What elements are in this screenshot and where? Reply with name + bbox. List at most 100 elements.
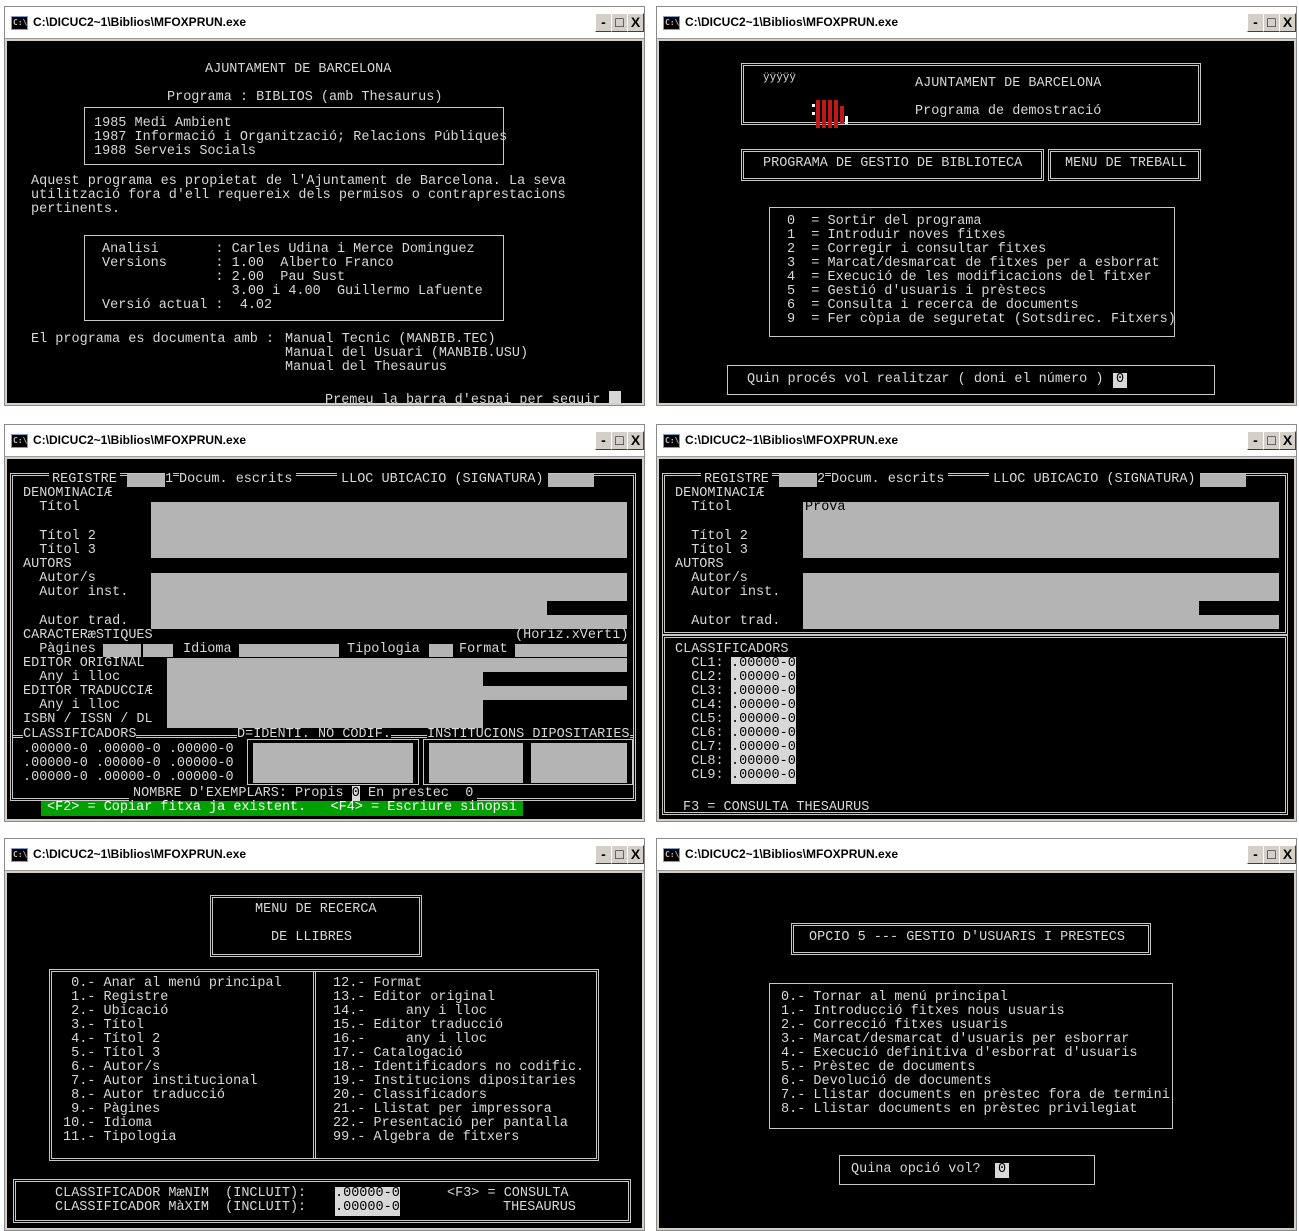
console-screen[interactable]: MENU DE RECERCA DE LLIBRES 0.- Anar al m… [7, 873, 642, 1228]
maximize-button[interactable]: □ [1263, 13, 1280, 32]
program-title: Programa : BIBLIOS (amb Thesaurus) [167, 90, 443, 105]
classificador-max-label: CLASSIFICADOR MàXIM (INCLUIT): [55, 1200, 307, 1215]
close-button[interactable]: X [1279, 845, 1296, 864]
propis-value[interactable]: 0 [351, 786, 360, 801]
titol-field[interactable] [151, 502, 627, 558]
title-bar[interactable]: C:\ C:\DICUC2~1\Biblios\MFOXPRUN.exe - □… [657, 839, 1296, 871]
console-window-about: C:\ C:\DICUC2~1\Biblios\MFOXPRUN.exe - □… [4, 6, 645, 406]
minimize-button[interactable]: - [595, 845, 612, 864]
title-bar[interactable]: C:\ C:\DICUC2~1\Biblios\MFOXPRUN.exe - □… [5, 839, 644, 871]
minimize-button[interactable]: - [1247, 845, 1264, 864]
title-bar[interactable]: C:\ C:\DICUC2~1\Biblios\MFOXPRUN.exe - □… [657, 425, 1296, 457]
lloc-label: LLOC UBICACIO (SIGNATURA) [337, 472, 548, 488]
close-button[interactable]: X [1279, 431, 1296, 450]
institucions-field-2[interactable] [531, 743, 627, 783]
console-app-icon: C:\ [11, 848, 28, 862]
process-input[interactable]: 0 [1113, 372, 1128, 388]
any-lloc-2-field[interactable] [167, 700, 483, 728]
titol-value[interactable]: Prova [805, 500, 846, 516]
console-app-icon: C:\ [663, 16, 680, 30]
classificador-row-3[interactable]: .00000-0 .00000-0 .00000-0 [23, 770, 234, 786]
minimize-button[interactable]: - [595, 13, 612, 32]
demo-subtitle: Programa de demostració [915, 104, 1102, 119]
console-screen[interactable]: REGISTRE 2 Docum. escrits LLOC UBICACIO … [659, 459, 1294, 819]
window-title: C:\DICUC2~1\Biblios\MFOXPRUN.exe [685, 847, 899, 861]
function-keys-bar: <F2> = Copiar fitxa ja existent. <F4> = … [41, 800, 523, 816]
option-input[interactable]: 0 [995, 1162, 1010, 1178]
maximize-button[interactable]: □ [611, 13, 628, 32]
console-window-main-menu: C:\ C:\DICUC2~1\Biblios\MFOXPRUN.exe - □… [656, 6, 1297, 406]
console-screen[interactable]: ÿÿÿÿÿ AJUNTAMENT DE BARCELONA Programa d… [659, 41, 1294, 403]
label-autor-inst: Autor inst. [23, 585, 129, 600]
console-screen[interactable]: OPCIO 5 --- GESTIO D'USUARIS I PRESTECS … [659, 873, 1294, 1228]
console-app-icon: C:\ [663, 848, 680, 862]
title-bar[interactable]: C:\ C:\DICUC2~1\Biblios\MFOXPRUN.exe - □… [657, 7, 1296, 39]
option-prompt: Quina opció vol? [851, 1162, 981, 1177]
console-screen[interactable]: REGISTRE 1 Docum. escrits LLOC UBICACIO … [7, 459, 642, 819]
label-autor-trad: Autor trad. [675, 614, 781, 629]
minimize-button[interactable]: - [1247, 431, 1264, 450]
registre-field-pad [127, 474, 165, 487]
tipologia-label: Tipologia [347, 642, 420, 657]
autor-inst-field[interactable] [151, 601, 547, 615]
column-divider [313, 971, 316, 1159]
credits-line-5: Versió actual : 4.02 [102, 298, 273, 313]
title-bar[interactable]: C:\ C:\DICUC2~1\Biblios\MFOXPRUN.exe - □… [5, 425, 644, 457]
label-isbn: ISBN / ISSN / DL [23, 712, 153, 727]
maximize-button[interactable]: □ [1263, 845, 1280, 864]
classificadors-header: CLASSIFICADORS [23, 727, 137, 743]
autor-inst-field[interactable] [803, 601, 1199, 615]
history-line-3: 1988 Serveis Socials [94, 144, 257, 159]
signatura-field[interactable] [1200, 474, 1246, 487]
cl9-label: CL9: [675, 768, 724, 783]
registre-number[interactable]: 2 [817, 472, 826, 488]
identificadors-field[interactable] [253, 743, 413, 783]
classificador-max-input[interactable]: .00000-0 [335, 1200, 400, 1216]
autor-trad-field[interactable] [151, 615, 627, 629]
maximize-button[interactable]: □ [1263, 431, 1280, 450]
titol-field[interactable] [803, 502, 1279, 558]
label-titol: Títol [675, 500, 732, 515]
maximize-button[interactable]: □ [611, 845, 628, 864]
users-option-8[interactable]: 8.- Llistar documents en prèstec privile… [781, 1102, 1137, 1118]
minimize-button[interactable]: - [595, 431, 612, 450]
editor-original-field[interactable] [167, 658, 627, 672]
label-autor-inst: Autor inst. [675, 585, 781, 600]
search-option-99[interactable]: 99.- Algebra de fitxers [333, 1130, 519, 1146]
signatura-field[interactable] [548, 474, 594, 487]
minimize-button[interactable]: - [1247, 13, 1264, 32]
window-title: C:\DICUC2~1\Biblios\MFOXPRUN.exe [33, 15, 247, 29]
format-field[interactable] [515, 644, 627, 657]
org-heading: AJUNTAMENT DE BARCELONA [205, 62, 392, 77]
app-title: PROGRAMA DE GESTIO DE BIBLIOTECA [763, 156, 1023, 171]
pagines-field[interactable] [103, 644, 141, 657]
maximize-button[interactable]: □ [611, 431, 628, 450]
title-bar[interactable]: C:\ C:\DICUC2~1\Biblios\MFOXPRUN.exe - □… [5, 7, 644, 39]
autor-trad-field[interactable] [803, 615, 1279, 629]
window-title: C:\DICUC2~1\Biblios\MFOXPRUN.exe [685, 433, 899, 447]
close-button[interactable]: X [1279, 13, 1296, 32]
close-button[interactable]: X [627, 13, 644, 32]
autors-field[interactable] [803, 573, 1279, 601]
window-title: C:\DICUC2~1\Biblios\MFOXPRUN.exe [685, 15, 899, 29]
cl9-field[interactable]: .00000-0 [731, 768, 796, 784]
tipologia-field[interactable] [429, 644, 453, 657]
console-screen[interactable]: AJUNTAMENT DE BARCELONA Programa : BIBLI… [7, 41, 642, 403]
search-option-11[interactable]: 11.- Tipologia [63, 1130, 176, 1146]
window-title: C:\DICUC2~1\Biblios\MFOXPRUN.exe [33, 847, 247, 861]
registre-number[interactable]: 1 [165, 472, 174, 488]
document-type: Docum. escrits [179, 472, 297, 488]
close-button[interactable]: X [627, 431, 644, 450]
close-button[interactable]: X [627, 845, 644, 864]
menu-option-9[interactable]: 9 = Fer còpia de seguretat (Sotsdirec. F… [787, 312, 1176, 328]
any-lloc-1-field[interactable] [167, 672, 483, 686]
console-window-search-menu: C:\ C:\DICUC2~1\Biblios\MFOXPRUN.exe - □… [4, 838, 645, 1231]
menu-title: MENU DE TREBALL [1065, 156, 1187, 171]
editor-traduccio-field[interactable] [167, 686, 627, 700]
console-app-icon: C:\ [663, 434, 680, 448]
pagines-extra-field[interactable] [143, 644, 173, 657]
autors-field[interactable] [151, 573, 627, 601]
institucions-field-1[interactable] [429, 743, 523, 783]
prestec-label: En prestec [367, 786, 449, 801]
idioma-field[interactable] [239, 644, 339, 657]
